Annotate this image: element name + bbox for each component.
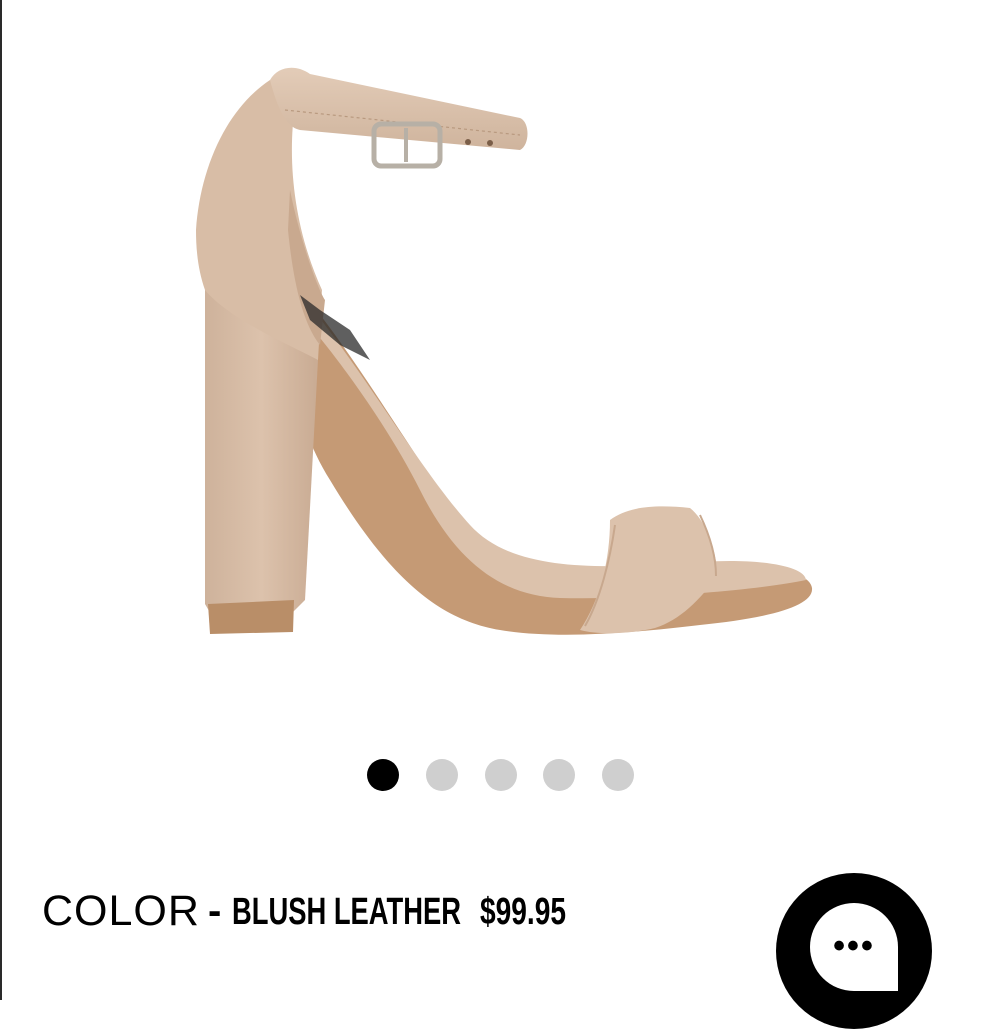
carousel-dot-4[interactable] [543,759,575,791]
carousel-dot-1[interactable] [367,759,399,791]
color-separator: - [208,889,222,933]
carousel-dot-3[interactable] [485,759,517,791]
carousel-dot-5[interactable] [602,759,634,791]
product-image[interactable] [0,0,1000,720]
ankle-strap [270,67,528,150]
image-carousel-dots [0,759,1000,791]
carousel-dot-2[interactable] [426,759,458,791]
strap-hole [465,139,471,145]
chat-button[interactable]: ••• [776,873,932,1029]
strap-hole [487,140,493,146]
chat-dots: ••• [833,927,875,965]
color-label: COLOR [42,887,200,935]
chat-bubble-icon: ••• [810,903,898,991]
product-price: $99.95 [480,891,567,933]
color-value: BLUSH LEATHER [232,891,462,933]
heel-tip [208,600,294,634]
